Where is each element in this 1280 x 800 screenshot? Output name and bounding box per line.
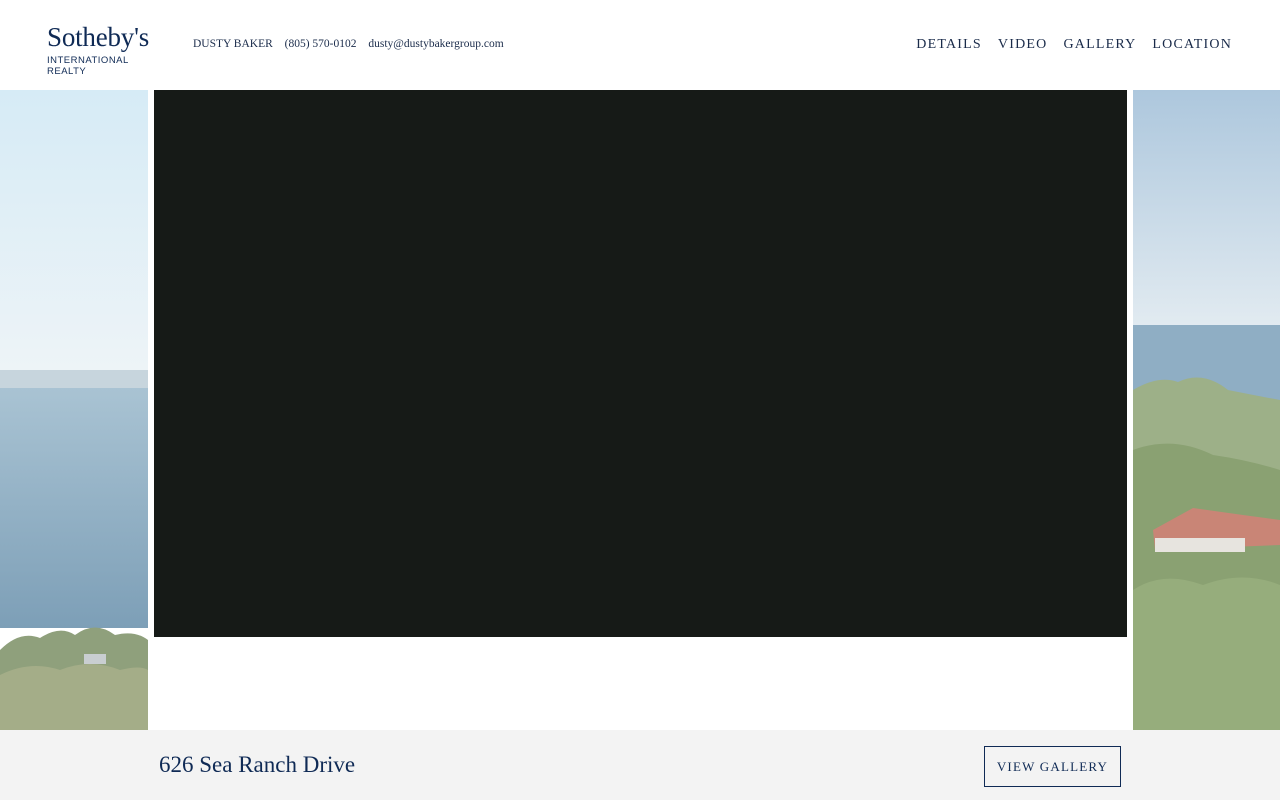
nav-details[interactable]: DETAILS (916, 37, 982, 53)
agent-email[interactable]: dusty@dustybakergroup.com (368, 38, 503, 50)
video-player[interactable] (154, 90, 1127, 637)
logo-subtitle: INTERNATIONAL REALTY (47, 55, 129, 77)
view-gallery-button[interactable]: VIEW GALLERY (984, 746, 1121, 787)
background-photo-right (1133, 90, 1280, 730)
nav-location[interactable]: LOCATION (1152, 37, 1232, 53)
property-address: 626 Sea Ranch Drive (159, 752, 356, 777)
nav-video[interactable]: VIDEO (998, 37, 1048, 53)
agent-phone[interactable]: (805) 570-0102 (285, 38, 357, 50)
logo-brand: Sotheby's (47, 22, 150, 52)
sothebys-logo[interactable]: Sotheby's INTERNATIONAL REALTY (47, 22, 167, 77)
agent-name: DUSTY BAKER (193, 38, 273, 50)
main-content (148, 90, 1133, 730)
property-footer-bar: 626 Sea Ranch Drive VIEW GALLERY (0, 730, 1280, 800)
main-nav: DETAILS VIDEO GALLERY LOCATION (916, 37, 1232, 53)
agent-contact: DUSTY BAKER (805) 570-0102 dusty@dustyba… (193, 38, 513, 50)
nav-gallery[interactable]: GALLERY (1063, 37, 1136, 53)
background-photo-left (0, 90, 148, 730)
site-header: Sotheby's INTERNATIONAL REALTY DUSTY BAK… (0, 0, 1280, 90)
